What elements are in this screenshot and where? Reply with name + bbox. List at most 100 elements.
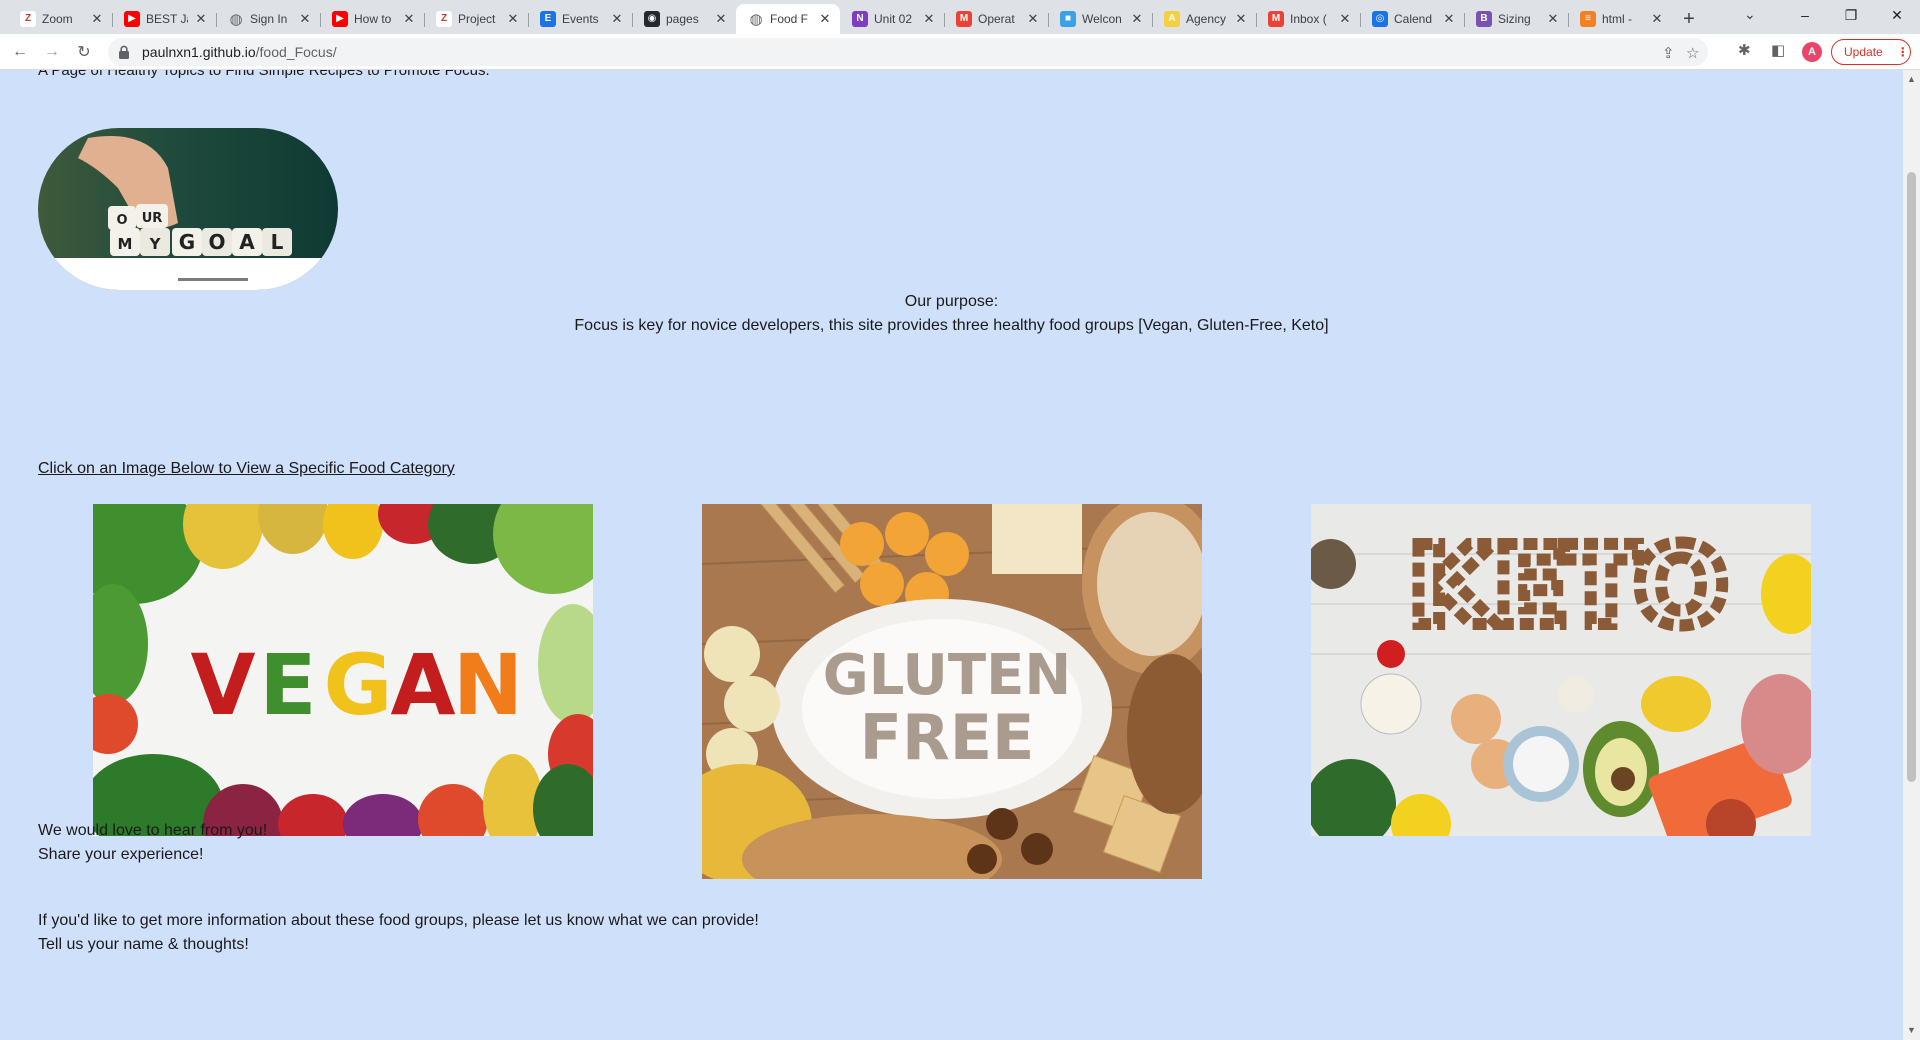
- gmail-icon: M: [956, 11, 972, 27]
- tab-close-icon[interactable]: ✕: [1650, 11, 1664, 27]
- youtube-icon: ▶: [332, 11, 348, 27]
- back-button[interactable]: ←: [8, 40, 32, 64]
- svg-text:G: G: [324, 636, 393, 734]
- youtube-icon: ▶: [124, 11, 140, 27]
- zoom-logo-icon: Z: [20, 11, 36, 27]
- vertical-scrollbar[interactable]: ▲ ▼: [1903, 70, 1920, 1040]
- svg-text:Y: Y: [149, 235, 162, 253]
- browser-toolbar: ← → ↻ paulnxn1.github.io/food_Focus/ ⇪ ☆…: [0, 34, 1920, 70]
- agency-icon: A: [1164, 11, 1180, 27]
- minimize-button[interactable]: –: [1782, 0, 1828, 30]
- purpose-text: Focus is key for novice developers, this…: [574, 317, 1329, 334]
- profile-avatar[interactable]: A: [1802, 42, 1822, 62]
- site-icon: ■: [1060, 11, 1076, 27]
- tab-close-icon[interactable]: ✕: [506, 11, 520, 27]
- tab-8[interactable]: N Unit 02 ✕: [840, 4, 944, 34]
- tab-close-icon[interactable]: ✕: [298, 11, 312, 27]
- events-icon: E: [540, 11, 556, 27]
- svg-text:O: O: [208, 230, 225, 254]
- info-line-1: If you'd like to get more information ab…: [38, 912, 759, 929]
- tab-title: Operat: [978, 12, 1015, 26]
- tab-close-icon[interactable]: ✕: [714, 11, 728, 27]
- tab-close-icon[interactable]: ✕: [1234, 11, 1248, 27]
- tab-close-icon[interactable]: ✕: [402, 11, 416, 27]
- tab-3[interactable]: ▶ How to ✕: [320, 4, 424, 34]
- tab-close-icon[interactable]: ✕: [1026, 11, 1040, 27]
- free-text: FREE: [860, 701, 1035, 774]
- bookmark-star-icon[interactable]: ☆: [1686, 44, 1699, 62]
- tab-14[interactable]: B Sizing ✕: [1464, 4, 1568, 34]
- scrollbar-thumb[interactable]: [1907, 172, 1916, 782]
- tab-close-icon[interactable]: ✕: [1130, 11, 1144, 27]
- gluten-text: GLUTEN: [823, 643, 1071, 708]
- tab-title: Food F: [770, 12, 809, 26]
- svg-text:O: O: [1634, 522, 1728, 650]
- vegan-image[interactable]: V E G A N: [93, 504, 593, 836]
- tab-close-icon[interactable]: ✕: [610, 11, 624, 27]
- close-window-button[interactable]: ✕: [1874, 0, 1920, 30]
- menu-kebab-icon: ⋮: [1896, 45, 1909, 59]
- tab-1[interactable]: ▶ BEST Ja ✕: [112, 4, 216, 34]
- tab-close-icon[interactable]: ✕: [1546, 11, 1560, 27]
- svg-text:N: N: [453, 636, 523, 734]
- tab-title: Inbox (: [1290, 12, 1327, 26]
- tab-close-icon[interactable]: ✕: [1338, 11, 1352, 27]
- gmail-icon: M: [1268, 11, 1284, 27]
- lock-icon: [119, 45, 129, 59]
- tab-9[interactable]: M Operat ✕: [944, 4, 1048, 34]
- forward-button[interactable]: →: [40, 40, 64, 64]
- calendar-icon: ◎: [1372, 11, 1388, 27]
- update-label: Update: [1844, 45, 1883, 59]
- svg-text:A: A: [390, 636, 455, 734]
- tab-title: Calend: [1394, 12, 1433, 26]
- side-panel-icon[interactable]: ◧: [1771, 41, 1785, 59]
- tab-6[interactable]: ◉ pages ✕: [632, 4, 736, 34]
- bootstrap-icon: B: [1476, 11, 1492, 27]
- tab-0[interactable]: Z Zoom ✕: [8, 4, 112, 34]
- url-text: paulnxn1.github.io/food_Focus/: [142, 44, 337, 60]
- svg-text:L: L: [271, 230, 284, 254]
- svg-text:E: E: [259, 636, 316, 734]
- tab-7[interactable]: ◍ Food F ✕: [736, 4, 840, 34]
- tab-close-icon[interactable]: ✕: [194, 11, 208, 27]
- extensions-puzzle-icon[interactable]: ✱: [1738, 41, 1751, 59]
- svg-text:O: O: [116, 213, 127, 228]
- svg-text:G: G: [179, 230, 195, 254]
- svg-text:T: T: [1563, 522, 1638, 650]
- keto-letter-k: K: [1408, 522, 1497, 650]
- keto-image[interactable]: K E T O: [1311, 504, 1811, 836]
- tab-5[interactable]: E Events ✕: [528, 4, 632, 34]
- tab-4[interactable]: Z Project ✕: [424, 4, 528, 34]
- purpose-heading: Our purpose:: [904, 293, 999, 310]
- tab-search-icon[interactable]: ⌄: [1744, 6, 1756, 23]
- tab-11[interactable]: A Agency ✕: [1152, 4, 1256, 34]
- scroll-up-arrow-icon[interactable]: ▲: [1907, 74, 1916, 84]
- restore-button[interactable]: ❐: [1828, 0, 1874, 30]
- reload-button[interactable]: ↻: [72, 40, 96, 64]
- tab-strip: Z Zoom ✕ ▶ BEST Ja ✕ ◍ Sign In ✕ ▶ How to ✕ Z Project…: [0, 0, 1920, 34]
- gluten-free-image[interactable]: GLUTEN FREE: [702, 504, 1202, 879]
- stackoverflow-icon: ≡: [1580, 11, 1596, 27]
- tab-title: Project: [458, 12, 496, 26]
- tab-13[interactable]: ◎ Calend ✕: [1360, 4, 1464, 34]
- tab-title: Zoom: [42, 12, 73, 26]
- tab-15[interactable]: ≡ html - ✕: [1568, 4, 1672, 34]
- update-button[interactable]: Update ⋮: [1831, 39, 1911, 65]
- scroll-down-arrow-icon[interactable]: ▼: [1907, 1025, 1916, 1035]
- new-tab-button[interactable]: +: [1672, 4, 1706, 34]
- tab-close-icon[interactable]: ✕: [1442, 11, 1456, 27]
- tab-close-icon[interactable]: ✕: [922, 11, 936, 27]
- onenote-icon: N: [852, 11, 868, 27]
- tab-10[interactable]: ■ Welcon ✕: [1048, 4, 1152, 34]
- svg-text:UR: UR: [142, 211, 163, 226]
- goal-image: M Y O UR G O A L: [38, 128, 338, 290]
- tab-title: Sizing: [1498, 12, 1531, 26]
- tab-2[interactable]: ◍ Sign In ✕: [216, 4, 320, 34]
- tab-close-icon[interactable]: ✕: [818, 11, 832, 27]
- address-bar[interactable]: paulnxn1.github.io/food_Focus/ ⇪ ☆: [108, 38, 1708, 66]
- tab-title: Sign In: [250, 12, 288, 26]
- share-icon[interactable]: ⇪: [1662, 44, 1675, 62]
- category-link[interactable]: Click on an Image Below to View a Specif…: [38, 460, 455, 478]
- tab-12[interactable]: M Inbox ( ✕: [1256, 4, 1360, 34]
- tab-close-icon[interactable]: ✕: [90, 11, 104, 27]
